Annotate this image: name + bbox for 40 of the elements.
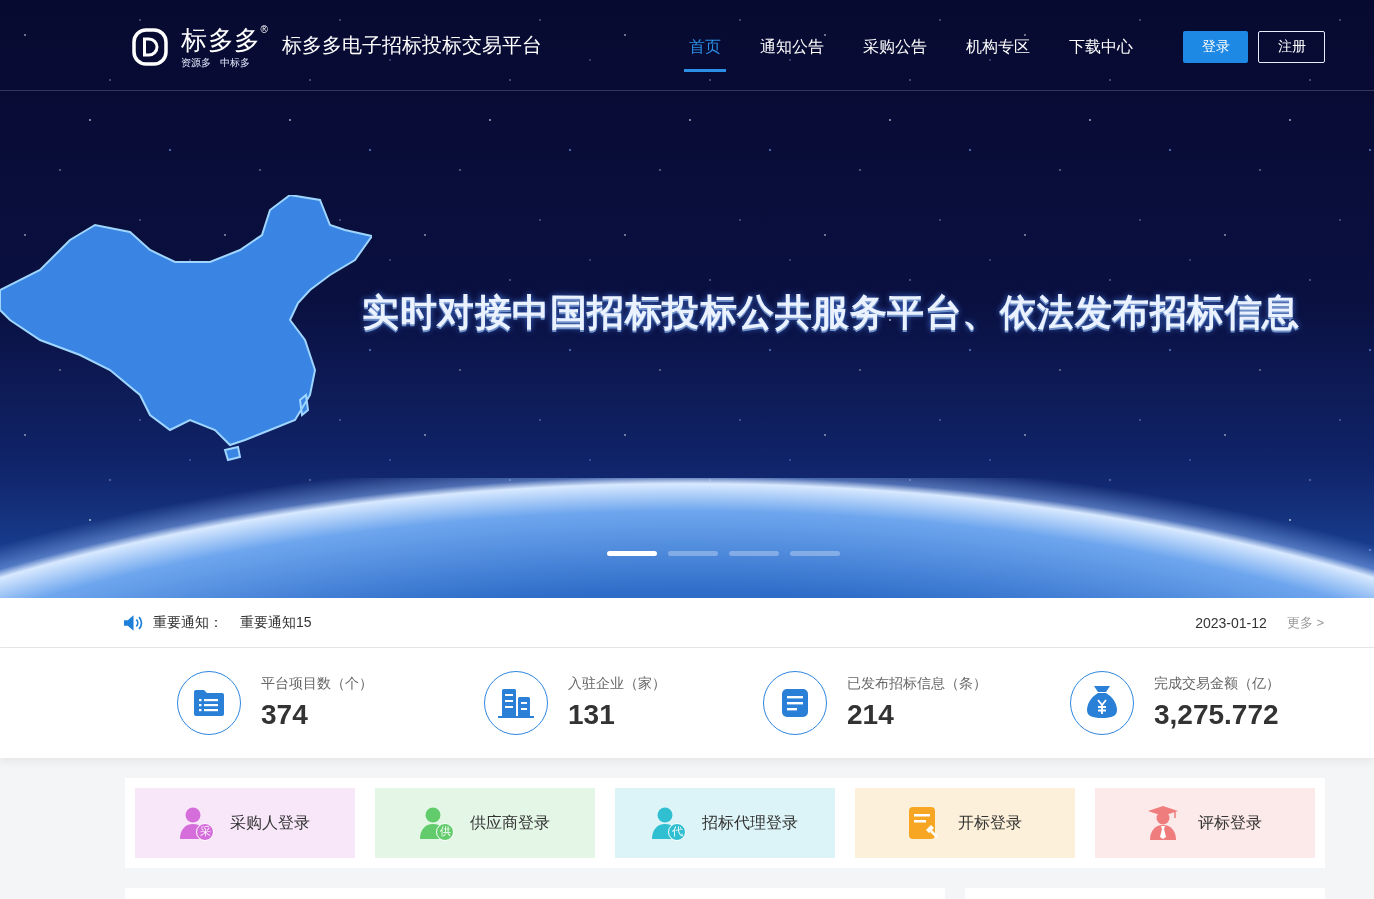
stat-label: 完成交易金额（亿）: [1154, 674, 1280, 693]
register-button[interactable]: 注册: [1258, 31, 1325, 63]
icon-badge: 代: [668, 823, 686, 841]
login-tile[interactable]: 开标登录: [855, 788, 1075, 858]
stat-value: 374: [261, 698, 309, 732]
login-tile[interactable]: 代 招标代理登录: [615, 788, 835, 858]
stat-label: 平台项目数（个）: [261, 674, 373, 693]
slide-indicator[interactable]: [607, 551, 657, 556]
stat-label: 已发布招标信息（条）: [847, 674, 987, 693]
platform-title: 标多多电子招标投标交易平台: [282, 32, 543, 58]
stat-value: 3,275.772: [1154, 698, 1280, 732]
notice-link[interactable]: 重要通知15: [240, 613, 312, 632]
nav-tab[interactable]: 下载中心: [1064, 25, 1138, 72]
slide-indicator[interactable]: [790, 551, 840, 556]
logo-icon[interactable]: [132, 28, 168, 66]
login-tile[interactable]: 采 采购人登录: [135, 788, 355, 858]
nav-tab[interactable]: 采购公告: [858, 25, 932, 72]
money-bag-icon: [1070, 671, 1134, 735]
brand-tagline: 资源多 中标多: [181, 57, 251, 69]
stat-value: 214: [847, 698, 895, 732]
slide-indicator[interactable]: [668, 551, 718, 556]
login-tile[interactable]: 供 供应商登录: [375, 788, 595, 858]
slide-indicator[interactable]: [729, 551, 779, 556]
banner-slogan: 实时对接中国招标投标公共服务平台、依法发布招标信息: [362, 290, 1300, 336]
document-icon: [763, 671, 827, 735]
stat-label: 入驻企业（家）: [568, 674, 666, 693]
brand-name: 标多多$^{®}$: [181, 25, 269, 55]
nav-tab[interactable]: 首页: [684, 25, 726, 72]
icon-badge: 采: [196, 823, 214, 841]
notice-date: 2023-01-12: [1195, 614, 1267, 631]
login-tile[interactable]: 评标登录: [1095, 788, 1315, 858]
login-button[interactable]: 登录: [1183, 31, 1248, 63]
notice-label: 重要通知：: [153, 613, 223, 632]
folder-icon: [177, 671, 241, 735]
nav-tab[interactable]: 通知公告: [755, 25, 829, 72]
building-icon: [484, 671, 548, 735]
stat-value: 131: [568, 698, 616, 732]
icon-badge: 供: [436, 823, 454, 841]
nav-tab[interactable]: 机构专区: [961, 25, 1035, 72]
speaker-icon: [123, 613, 144, 632]
